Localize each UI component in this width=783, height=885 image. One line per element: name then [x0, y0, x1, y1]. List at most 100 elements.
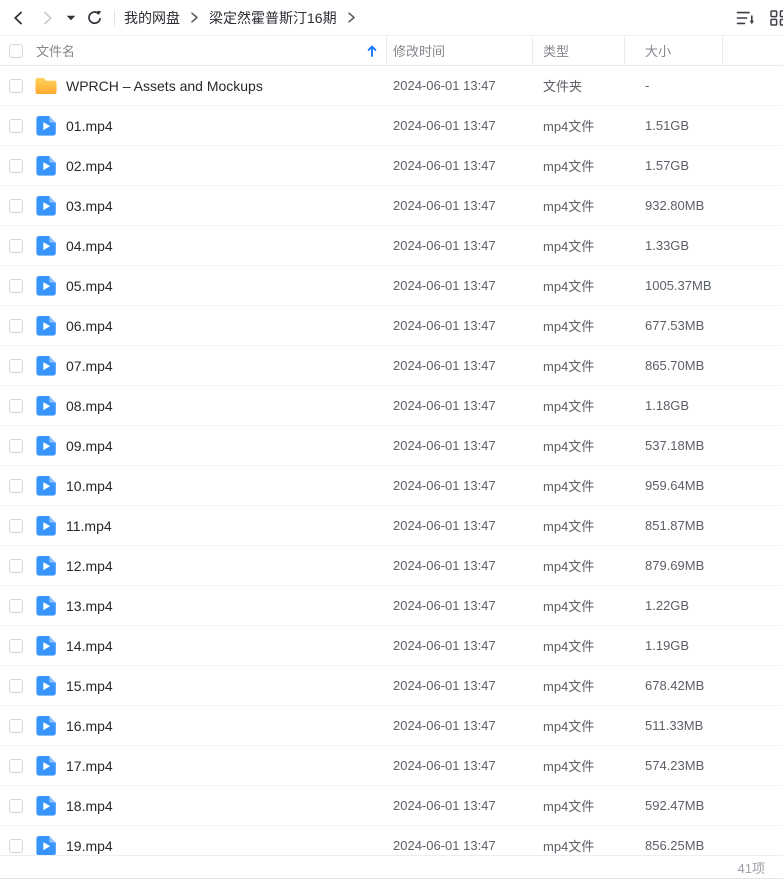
table-row[interactable]: 10.mp4 2024-06-01 13:47 mp4文件 959.64MB [0, 466, 783, 506]
table-row[interactable]: 09.mp4 2024-06-01 13:47 mp4文件 537.18MB [0, 426, 783, 466]
file-size: - [625, 78, 723, 93]
table-row[interactable]: 18.mp4 2024-06-01 13:47 mp4文件 592.47MB [0, 786, 783, 826]
row-checkbox[interactable] [9, 479, 23, 493]
history-dropdown-button[interactable] [66, 15, 76, 21]
row-checkbox[interactable] [9, 839, 23, 853]
row-checkbox[interactable] [9, 759, 23, 773]
file-type: mp4文件 [533, 196, 625, 215]
file-size: 1.57GB [625, 158, 723, 173]
row-checkbox[interactable] [9, 279, 23, 293]
row-checkbox[interactable] [9, 519, 23, 533]
refresh-icon [86, 10, 103, 26]
row-checkbox[interactable] [9, 719, 23, 733]
table-row[interactable]: 14.mp4 2024-06-01 13:47 mp4文件 1.19GB [0, 626, 783, 666]
row-checkbox[interactable] [9, 799, 23, 813]
table-row[interactable]: 05.mp4 2024-06-01 13:47 mp4文件 1005.37MB [0, 266, 783, 306]
file-modified: 2024-06-01 13:47 [387, 278, 533, 293]
table-row[interactable]: 07.mp4 2024-06-01 13:47 mp4文件 865.70MB [0, 346, 783, 386]
row-checkbox[interactable] [9, 319, 23, 333]
table-row[interactable]: 13.mp4 2024-06-01 13:47 mp4文件 1.22GB [0, 586, 783, 626]
row-checkbox[interactable] [9, 439, 23, 453]
file-modified: 2024-06-01 13:47 [387, 358, 533, 373]
file-type: mp4文件 [533, 796, 625, 815]
file-name-cell: 01.mp4 [0, 114, 387, 138]
video-file-icon [35, 595, 57, 617]
select-all-checkbox[interactable] [9, 44, 23, 58]
breadcrumb-item-root[interactable]: 我的网盘 [124, 8, 180, 28]
video-file-icon [35, 715, 57, 737]
table-row[interactable]: 17.mp4 2024-06-01 13:47 mp4文件 574.23MB [0, 746, 783, 786]
table-row[interactable]: 04.mp4 2024-06-01 13:47 mp4文件 1.33GB [0, 226, 783, 266]
file-manager-window: 我的网盘 梁定然霍普斯汀16期 文件名 修改时间 类型 [0, 0, 783, 885]
table-row[interactable]: 16.mp4 2024-06-01 13:47 mp4文件 511.33MB [0, 706, 783, 746]
breadcrumb: 我的网盘 梁定然霍普斯汀16期 [124, 8, 356, 28]
file-size: 677.53MB [625, 318, 723, 333]
file-size: 932.80MB [625, 198, 723, 213]
column-header-size[interactable]: 大小 [625, 36, 723, 65]
video-file-icon [35, 395, 57, 417]
row-checkbox[interactable] [9, 559, 23, 573]
toolbar-right-actions [736, 10, 783, 26]
file-name-cell: 07.mp4 [0, 354, 387, 378]
row-checkbox[interactable] [9, 679, 23, 693]
file-name: 14.mp4 [66, 638, 113, 654]
file-name: 12.mp4 [66, 558, 113, 574]
file-name: 08.mp4 [66, 398, 113, 414]
file-size: 851.87MB [625, 518, 723, 533]
row-checkbox[interactable] [9, 359, 23, 373]
forward-button[interactable] [39, 10, 56, 26]
file-type: mp4文件 [533, 836, 625, 855]
file-name: 05.mp4 [66, 278, 113, 294]
table-row[interactable]: 11.mp4 2024-06-01 13:47 mp4文件 851.87MB [0, 506, 783, 546]
file-modified: 2024-06-01 13:47 [387, 478, 533, 493]
file-name-cell: 15.mp4 [0, 674, 387, 698]
refresh-button[interactable] [86, 10, 103, 26]
file-name: 15.mp4 [66, 678, 113, 694]
row-checkbox[interactable] [9, 119, 23, 133]
file-name-cell: 17.mp4 [0, 754, 387, 778]
table-row[interactable]: 19.mp4 2024-06-01 13:47 mp4文件 856.25MB [0, 826, 783, 855]
row-checkbox[interactable] [9, 399, 23, 413]
column-header-modified[interactable]: 修改时间 [387, 36, 533, 65]
caret-down-icon [66, 15, 76, 21]
video-file-icon [35, 195, 57, 217]
item-count: 41项 [738, 858, 765, 877]
table-row[interactable]: 08.mp4 2024-06-01 13:47 mp4文件 1.18GB [0, 386, 783, 426]
file-type: mp4文件 [533, 316, 625, 335]
file-size: 1005.37MB [625, 278, 723, 293]
file-name: 18.mp4 [66, 798, 113, 814]
file-type: mp4文件 [533, 636, 625, 655]
table-row[interactable]: 03.mp4 2024-06-01 13:47 mp4文件 932.80MB [0, 186, 783, 226]
grid-view-icon [770, 10, 783, 26]
row-checkbox[interactable] [9, 79, 23, 93]
column-header-name[interactable]: 文件名 [0, 36, 387, 65]
table-row[interactable]: WPRCH – Assets and Mockups 2024-06-01 13… [0, 66, 783, 106]
sort-order-button[interactable] [736, 10, 756, 26]
row-checkbox[interactable] [9, 239, 23, 253]
table-row[interactable]: 12.mp4 2024-06-01 13:47 mp4文件 879.69MB [0, 546, 783, 586]
file-type: mp4文件 [533, 556, 625, 575]
breadcrumb-item-current[interactable]: 梁定然霍普斯汀16期 [209, 8, 337, 28]
column-label-modified: 修改时间 [393, 41, 445, 60]
file-name-cell: 09.mp4 [0, 434, 387, 458]
row-checkbox[interactable] [9, 159, 23, 173]
table-row[interactable]: 02.mp4 2024-06-01 13:47 mp4文件 1.57GB [0, 146, 783, 186]
column-header-type[interactable]: 类型 [533, 36, 625, 65]
file-name: 02.mp4 [66, 158, 113, 174]
column-header-spacer [723, 36, 783, 65]
grid-view-button[interactable] [770, 10, 783, 26]
file-size: 959.64MB [625, 478, 723, 493]
file-size: 879.69MB [625, 558, 723, 573]
video-file-icon [35, 235, 57, 257]
forward-icon [39, 10, 56, 26]
back-button[interactable] [10, 10, 27, 26]
table-row[interactable]: 01.mp4 2024-06-01 13:47 mp4文件 1.51GB [0, 106, 783, 146]
row-checkbox[interactable] [9, 639, 23, 653]
table-row[interactable]: 06.mp4 2024-06-01 13:47 mp4文件 677.53MB [0, 306, 783, 346]
row-checkbox[interactable] [9, 599, 23, 613]
file-name: 09.mp4 [66, 438, 113, 454]
file-size: 865.70MB [625, 358, 723, 373]
table-row[interactable]: 15.mp4 2024-06-01 13:47 mp4文件 678.42MB [0, 666, 783, 706]
file-type: mp4文件 [533, 516, 625, 535]
row-checkbox[interactable] [9, 199, 23, 213]
